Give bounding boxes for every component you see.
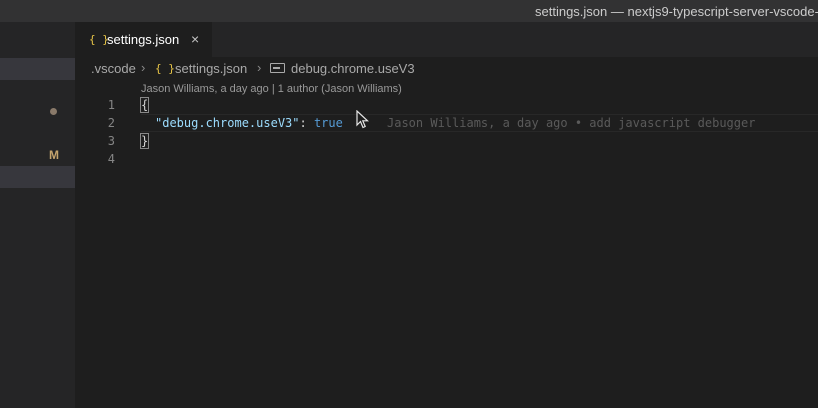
breadcrumb: .vscode › { } settings.json › debug.chro… — [75, 57, 818, 81]
json-file-icon: { } — [89, 33, 109, 46]
sidebar-header — [0, 58, 75, 80]
codelens-authors[interactable]: Jason Williams, a day ago | 1 author (Ja… — [141, 83, 402, 95]
mouse-pointer-icon — [356, 110, 370, 129]
line-number: 4 — [107, 152, 115, 166]
line-number: 1 — [107, 98, 115, 112]
chevron-right-icon: › — [257, 60, 262, 75]
json-file-icon: { } — [155, 62, 175, 75]
breadcrumb-property[interactable]: debug.chrome.useV3 — [291, 61, 415, 76]
line-number: 3 — [107, 134, 115, 148]
line-number: 2 — [107, 116, 115, 130]
selected-file-row[interactable] — [0, 166, 75, 188]
breadcrumb-file[interactable]: settings.json — [175, 61, 247, 76]
property-icon — [270, 63, 285, 73]
code-line-1[interactable]: { — [139, 97, 150, 113]
json-colon: : — [299, 116, 314, 130]
tab-settings-json[interactable]: { } settings.json × — [75, 22, 212, 57]
git-blame-annotation: Jason Williams, a day ago • add javascri… — [387, 116, 756, 130]
close-brace: } — [139, 133, 150, 149]
json-value: true — [313, 116, 343, 130]
unsaved-dot-icon — [50, 108, 57, 115]
open-brace: { — [139, 97, 150, 113]
close-icon[interactable]: × — [191, 31, 199, 47]
breadcrumb-folder[interactable]: .vscode — [91, 61, 136, 76]
json-key: "debug.chrome.useV3" — [155, 116, 300, 130]
code-line-2[interactable]: "debug.chrome.useV3": true — [155, 116, 343, 130]
title-bar: settings.json — nextjs9-typescript-serve… — [0, 0, 818, 22]
code-line-3[interactable]: } — [139, 133, 150, 149]
window-title: settings.json — nextjs9-typescript-serve… — [535, 4, 818, 19]
tab-label: settings.json — [107, 32, 180, 47]
explorer-sidebar: M — [0, 22, 75, 408]
code-editor[interactable]: Jason Williams, a day ago | 1 author (Ja… — [75, 81, 818, 408]
modified-badge: M — [49, 148, 59, 162]
tab-bar: { } settings.json × — [75, 22, 818, 57]
chevron-right-icon: › — [141, 60, 146, 75]
